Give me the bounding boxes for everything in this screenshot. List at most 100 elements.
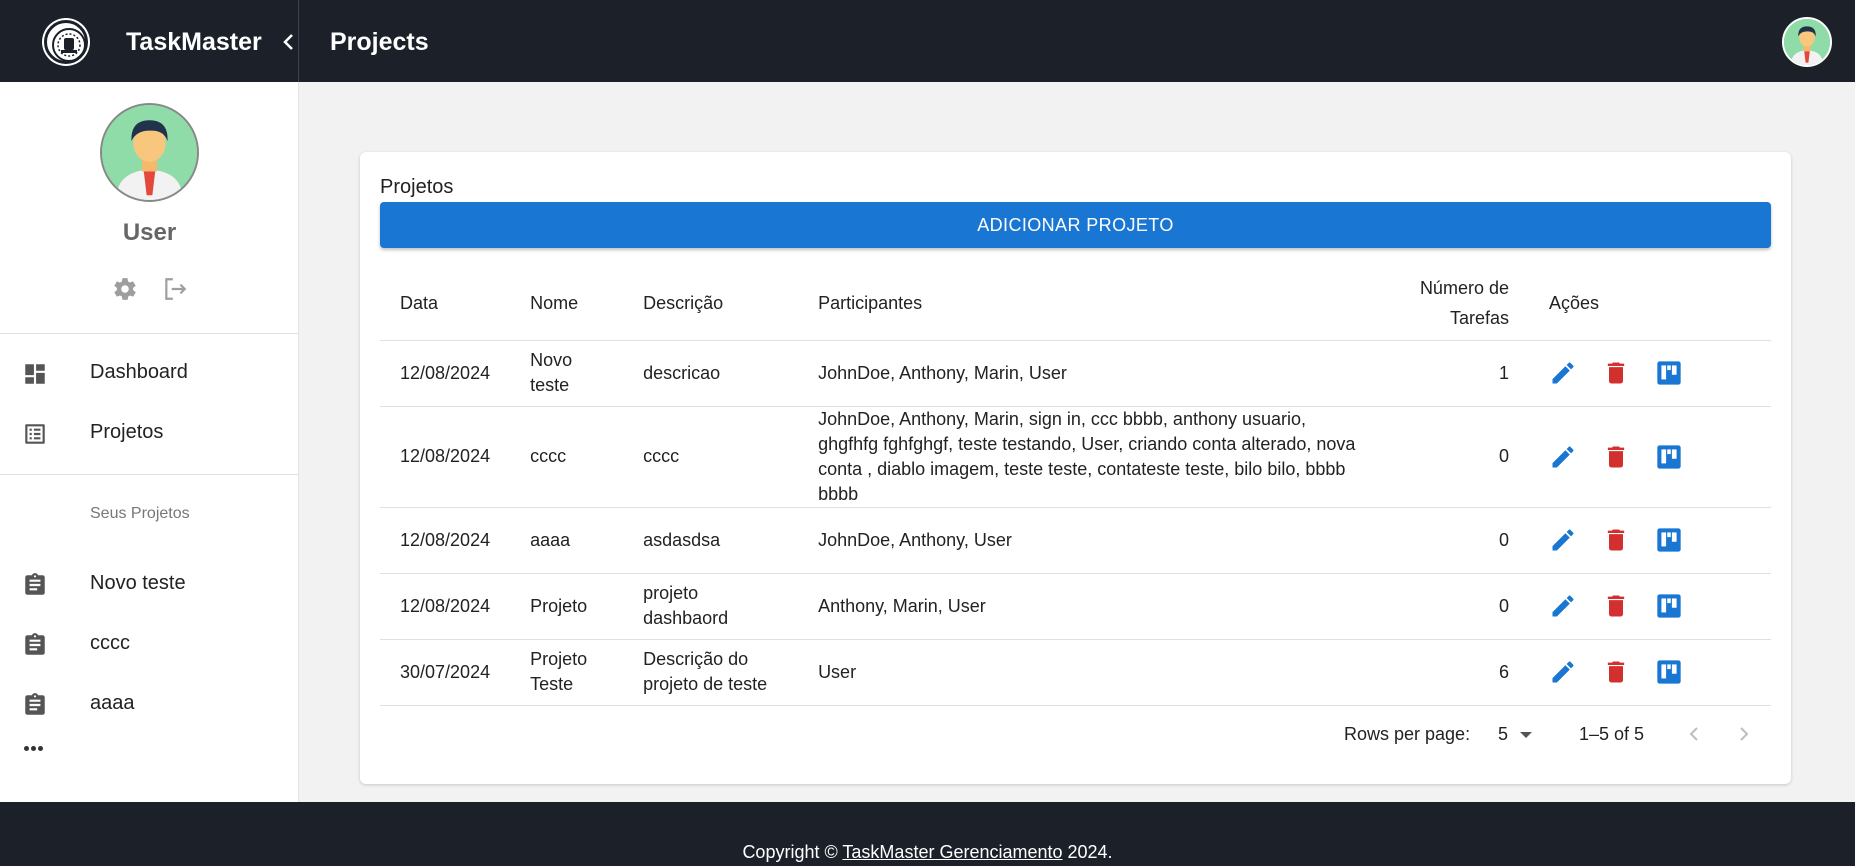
cell-tarefas: 6 [1386, 639, 1529, 706]
edit-icon [1552, 595, 1574, 617]
cell-nome: cccc [510, 406, 624, 508]
cell-nome: aaaa [510, 507, 624, 574]
avatar-icon [1784, 19, 1830, 65]
column-header-nome: Nome [510, 266, 624, 341]
cell-acoes [1528, 406, 1771, 508]
sidebar-item-label: aaaa [90, 692, 135, 714]
delete-button[interactable] [1602, 658, 1630, 686]
kanban-icon [1657, 528, 1681, 552]
kanban-icon [1657, 594, 1681, 618]
kanban-icon [1657, 660, 1681, 684]
cell-acoes [1528, 639, 1771, 706]
footer: Copyright © TaskMaster Gerenciamento 202… [0, 802, 1855, 866]
avatar-icon [102, 105, 197, 200]
sidebar-project-cccc[interactable]: cccc [0, 616, 299, 672]
board-button[interactable] [1655, 592, 1683, 620]
chevron-right-icon [1740, 727, 1749, 741]
column-header-participantes: Participantes [798, 266, 1386, 341]
sidebar: User Dashboard Projetos Seus Projetos No… [0, 82, 299, 802]
cell-data: 12/08/2024 [380, 406, 511, 508]
user-actions [112, 276, 208, 302]
cell-descricao: descricao [623, 340, 799, 407]
dashboard-icon [22, 361, 48, 387]
cell-participantes: JohnDoe, Anthony, User [798, 507, 1386, 574]
cell-acoes [1528, 340, 1771, 407]
chevron-left-icon [1689, 727, 1698, 741]
cell-nome: Novo teste [510, 340, 624, 407]
column-header-acoes: Ações [1528, 266, 1771, 341]
more-projects-button[interactable] [24, 738, 48, 758]
taskmaster-logo [44, 20, 88, 64]
cell-nome: Projeto [510, 573, 624, 640]
delete-button[interactable] [1602, 443, 1630, 471]
top-bar: TaskMaster Projects [0, 0, 1855, 82]
sidebar-project-novo-teste[interactable]: Novo teste [0, 556, 299, 612]
column-header-numero-tarefas: Número de Tarefas [1386, 266, 1529, 341]
table-row: 12/08/2024 cccc cccc JohnDoe, Anthony, M… [380, 406, 1771, 508]
projects-table: Data Nome Descrição Participantes Número… [380, 266, 1771, 706]
kanban-icon [1657, 444, 1681, 469]
user-avatar-button[interactable] [1782, 17, 1832, 67]
cell-data: 12/08/2024 [380, 507, 511, 574]
delete-button[interactable] [1602, 526, 1630, 554]
cell-descricao: projeto dashbaord [623, 573, 799, 640]
trash-icon [1607, 529, 1625, 551]
edit-button[interactable] [1549, 658, 1577, 686]
cell-participantes: Anthony, Marin, User [798, 573, 1386, 640]
edit-button[interactable] [1549, 359, 1577, 387]
cell-nome: Projeto Teste [510, 639, 624, 706]
list-icon [22, 421, 48, 447]
kanban-icon [1657, 361, 1681, 385]
rows-per-page-select[interactable]: 5 [1498, 720, 1542, 746]
copyright-prefix: Copyright © [742, 842, 843, 862]
edit-button[interactable] [1549, 592, 1577, 620]
sidebar-divider [0, 474, 299, 475]
edit-icon [1552, 445, 1574, 467]
next-page-button[interactable] [1732, 722, 1756, 746]
table-header-row: Data Nome Descrição Participantes Número… [380, 266, 1771, 341]
sidebar-item-dashboard[interactable]: Dashboard [0, 345, 299, 401]
board-button[interactable] [1655, 658, 1683, 686]
chevron-left-icon [283, 34, 293, 50]
cell-participantes: JohnDoe, Anthony, Marin, sign in, ccc bb… [798, 406, 1386, 508]
cell-descricao: asdasdsa [623, 507, 799, 574]
logout-button[interactable] [162, 276, 188, 302]
table-row: 12/08/2024 Novo teste descricao JohnDoe,… [380, 340, 1771, 407]
board-button[interactable] [1655, 526, 1683, 554]
delete-button[interactable] [1602, 592, 1630, 620]
board-button[interactable] [1655, 443, 1683, 471]
logout-icon [165, 278, 187, 300]
trash-icon [1607, 595, 1625, 617]
cell-tarefas: 0 [1386, 406, 1529, 508]
board-button[interactable] [1655, 359, 1683, 387]
collapse-sidebar-button[interactable] [280, 30, 296, 54]
pagination-range: 1–5 of 5 [1579, 724, 1645, 744]
add-project-button[interactable]: ADICIONAR PROJETO [380, 202, 1771, 248]
card-title: Projetos [380, 176, 454, 198]
sidebar-item-projetos[interactable]: Projetos [0, 405, 299, 461]
sidebar-project-aaaa[interactable]: aaaa [0, 676, 299, 732]
caret-down-icon [1520, 732, 1532, 738]
cell-acoes [1528, 573, 1771, 640]
table-pagination: Rows per page: 5 1–5 of 5 [360, 718, 1791, 748]
previous-page-button[interactable] [1682, 722, 1706, 746]
delete-button[interactable] [1602, 359, 1630, 387]
cell-tarefas: 0 [1386, 573, 1529, 640]
cell-participantes: JohnDoe, Anthony, Marin, User [798, 340, 1386, 407]
assignment-icon [22, 572, 48, 598]
edit-button[interactable] [1549, 443, 1577, 471]
more-horizontal-icon [24, 738, 45, 755]
brand-area: TaskMaster [0, 0, 299, 82]
settings-button[interactable] [112, 276, 138, 302]
sidebar-avatar [100, 103, 199, 202]
gear-icon [114, 278, 136, 300]
edit-icon [1552, 529, 1574, 551]
sidebar-item-label: Projetos [90, 421, 164, 443]
footer-link[interactable]: TaskMaster Gerenciamento [842, 842, 1062, 862]
edit-button[interactable] [1549, 526, 1577, 554]
table-row: 12/08/2024 Projeto projeto dashbaord Ant… [380, 573, 1771, 640]
projects-card: Projetos ADICIONAR PROJETO Data Nome Des… [360, 152, 1791, 784]
page-title: Projects [330, 28, 429, 56]
rows-per-page-value: 5 [1498, 724, 1509, 744]
user-name: User [122, 219, 177, 246]
